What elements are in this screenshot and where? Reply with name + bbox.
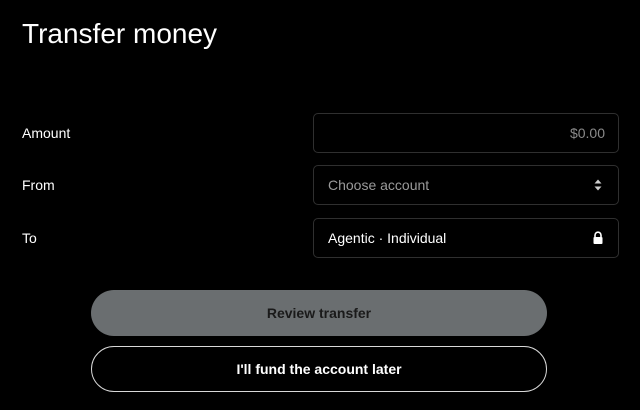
from-row: From Choose account <box>0 165 640 205</box>
from-account-placeholder: Choose account <box>328 177 430 193</box>
amount-field[interactable] <box>313 113 619 153</box>
review-transfer-button[interactable]: Review transfer <box>91 290 547 336</box>
amount-input[interactable] <box>314 114 618 152</box>
to-label: To <box>22 230 37 246</box>
to-row: To Agentic · Individual <box>0 218 640 258</box>
amount-label: Amount <box>22 125 71 141</box>
sort-arrows-icon <box>594 179 602 191</box>
from-account-select[interactable]: Choose account <box>313 165 619 205</box>
to-account-value: Agentic · Individual <box>328 230 447 246</box>
lock-icon <box>593 231 603 244</box>
fund-later-button[interactable]: I'll fund the account later <box>91 346 547 392</box>
to-account-field: Agentic · Individual <box>313 218 619 258</box>
amount-row: Amount <box>0 113 640 153</box>
from-label: From <box>22 177 55 193</box>
transfer-money-page: Transfer money Amount From Choose accoun… <box>0 0 640 410</box>
page-title: Transfer money <box>22 18 218 49</box>
